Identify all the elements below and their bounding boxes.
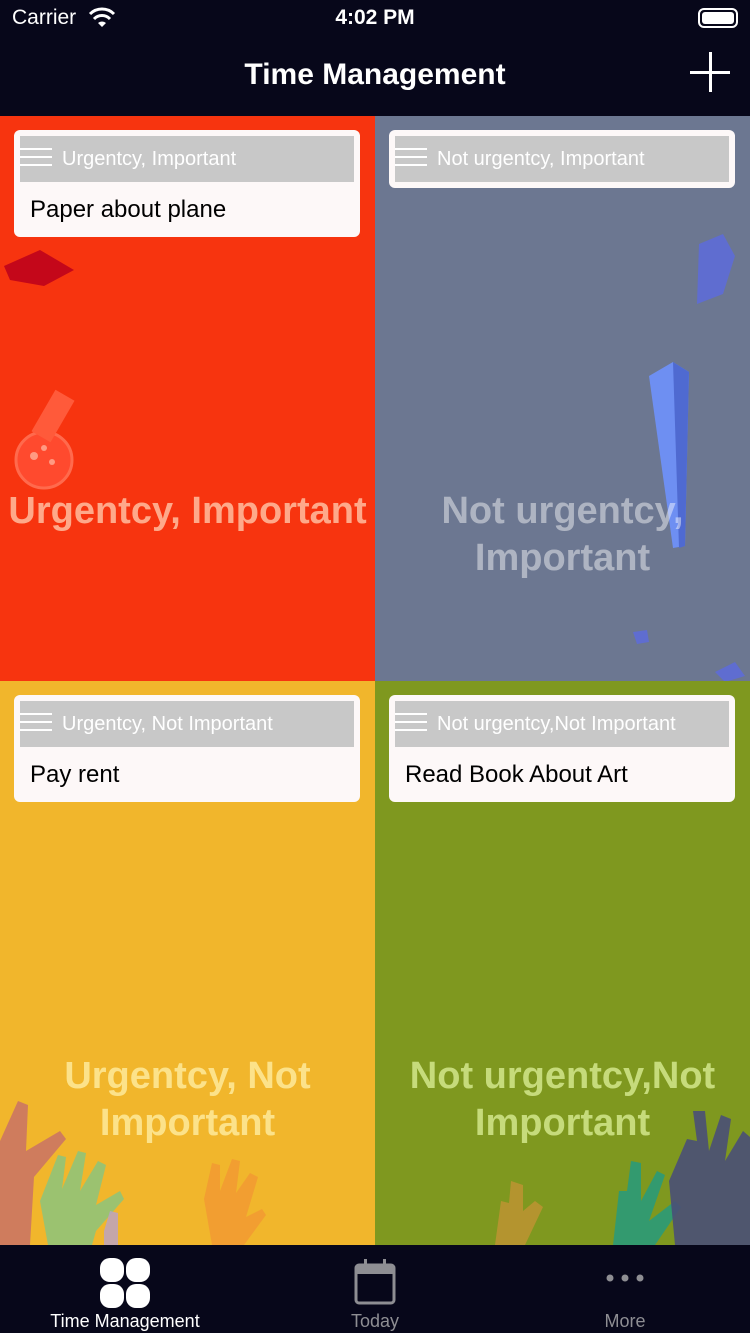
shard-small-icon bbox=[633, 630, 649, 644]
task-card-header[interactable]: Not urgentcy, Important bbox=[395, 136, 729, 182]
task-title: Paper about plane bbox=[30, 196, 227, 223]
quadrant-title-text: Urgentcy, Not Important bbox=[64, 1055, 311, 1144]
more-dots-icon bbox=[606, 1274, 644, 1282]
hamburger-icon[interactable] bbox=[20, 711, 54, 735]
page-title: Time Management bbox=[244, 58, 506, 91]
quadrant-title: Urgentcy, Important bbox=[0, 488, 375, 535]
shard-small-icon-2 bbox=[715, 662, 745, 681]
quadrant-urgent-important[interactable]: Urgentcy, Important Paper about plane Ur… bbox=[0, 116, 375, 681]
tab-label: Today bbox=[350, 1311, 400, 1331]
task-category-label: Urgentcy, Not Important bbox=[62, 713, 273, 735]
tab-more[interactable]: More bbox=[500, 1245, 750, 1333]
quadrant-title: Not urgentcy,Not Important bbox=[375, 1053, 750, 1147]
hamburger-icon[interactable] bbox=[395, 711, 429, 735]
task-title: Read Book About Art bbox=[405, 761, 628, 788]
quadrant-not-urgent-important[interactable]: Not urgentcy, Important Not urgentcy, Im… bbox=[375, 116, 750, 681]
task-category-label: Urgentcy, Important bbox=[62, 148, 237, 170]
task-card-header[interactable]: Urgentcy, Important bbox=[20, 136, 354, 182]
hamburger-icon[interactable] bbox=[20, 146, 54, 170]
task-card[interactable]: Not urgentcy, Important bbox=[389, 130, 735, 188]
task-category-label: Not urgentcy, Important bbox=[437, 148, 645, 170]
task-card-header[interactable]: Not urgentcy,Not Important bbox=[395, 701, 729, 747]
clover-grid-icon bbox=[100, 1258, 150, 1308]
task-card[interactable]: Urgentcy, Important Paper about plane bbox=[14, 130, 360, 237]
task-title: Pay rent bbox=[30, 761, 120, 788]
status-time: 4:02 PM bbox=[335, 6, 415, 29]
task-card[interactable]: Urgentcy, Not Important Pay rent bbox=[14, 695, 360, 802]
crystal-shard-icon bbox=[697, 234, 735, 304]
status-bar: Carrier 4:02 PM bbox=[0, 0, 750, 40]
quadrant-title: Not urgentcy, Important bbox=[375, 488, 750, 582]
tab-time-management[interactable]: Time Management bbox=[0, 1245, 250, 1333]
tab-label: More bbox=[604, 1311, 646, 1331]
quadrant-title-text: Not urgentcy, Important bbox=[441, 490, 684, 579]
paper-plane-icon bbox=[4, 250, 74, 286]
navigation-bar: Time Management bbox=[0, 40, 750, 116]
tab-bar: Time Management Today More bbox=[0, 1245, 750, 1333]
flask-icon bbox=[14, 389, 75, 490]
quadrant-title: Urgentcy, Not Important bbox=[0, 1053, 375, 1147]
quadrant-title-text: Urgentcy, Important bbox=[8, 490, 367, 532]
quadrant-urgent-not-important[interactable]: Urgentcy, Not Important Pay rent Urgentc… bbox=[0, 681, 375, 1245]
task-card[interactable]: Not urgentcy,Not Important Read Book Abo… bbox=[389, 695, 735, 802]
tab-label: Time Management bbox=[50, 1311, 200, 1331]
quadrant-not-urgent-not-important[interactable]: Not urgentcy,Not Important Read Book Abo… bbox=[375, 681, 750, 1245]
tab-today[interactable]: Today bbox=[250, 1245, 500, 1333]
task-card-header[interactable]: Urgentcy, Not Important bbox=[20, 701, 354, 747]
calendar-icon bbox=[354, 1259, 396, 1305]
add-task-button[interactable] bbox=[688, 50, 732, 94]
task-category-label: Not urgentcy,Not Important bbox=[437, 713, 676, 735]
hamburger-icon[interactable] bbox=[395, 146, 429, 170]
quadrant-title-text: Not urgentcy,Not Important bbox=[409, 1055, 716, 1144]
battery-icon bbox=[698, 8, 738, 28]
